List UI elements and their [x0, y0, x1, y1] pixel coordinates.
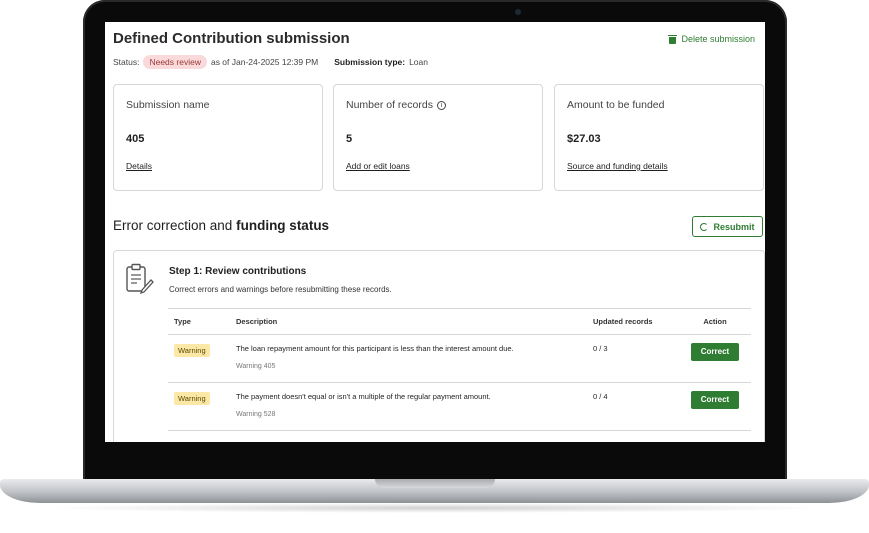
step-description: Correct errors and warnings before resub… — [169, 285, 392, 294]
header-updated-records: Updated records — [593, 317, 653, 326]
refresh-icon — [700, 222, 709, 231]
review-panel: Step 1: Review contributions Correct err… — [113, 250, 765, 442]
app-screen: Defined Contribution submission Delete s… — [105, 22, 765, 442]
header-type: Type — [174, 317, 191, 326]
status-row: Status: Needs review as of Jan-24-2025 1… — [113, 55, 428, 69]
source-funding-details-link[interactable]: Source and funding details — [567, 161, 751, 171]
laptop-shadow — [40, 503, 830, 513]
card-amount-to-be-funded: Amount to be funded $27.03 Source and fu… — [554, 84, 764, 191]
row-code: Warning 528 — [236, 411, 276, 418]
warning-badge: Warning — [174, 392, 210, 405]
row-description: The payment doesn't equal or isn't a mul… — [236, 392, 491, 401]
laptop-notch — [375, 479, 495, 488]
section-title: Error correction and funding status — [113, 218, 329, 233]
correct-button[interactable]: Correct — [691, 391, 739, 409]
submission-type-value: Loan — [409, 57, 428, 67]
step-title: Step 1: Review contributions — [169, 266, 307, 277]
camera-icon — [515, 9, 521, 15]
resubmit-label: Resubmit — [713, 221, 755, 232]
delete-submission-label: Delete submission — [681, 34, 755, 44]
correct-button[interactable]: Correct — [691, 343, 739, 361]
submission-type-label: Submission type: — [334, 57, 406, 67]
section-title-bold: funding status — [236, 218, 330, 233]
card-label: Number of records — [346, 99, 433, 111]
table-row: Warning The payment doesn't equal or isn… — [168, 383, 751, 431]
row-description: The loan repayment amount for this parti… — [236, 344, 514, 353]
section-title-prefix: Error correction and — [113, 218, 233, 233]
card-label: Amount to be funded — [567, 99, 665, 111]
warning-badge: Warning — [174, 344, 210, 357]
card-number-of-records: Number of records i 5 Add or edit loans — [333, 84, 543, 191]
table-header: Type Description Updated records Action — [168, 308, 751, 335]
trash-icon — [668, 34, 678, 44]
summary-cards: Submission name 405 Details Number of re… — [113, 84, 765, 192]
status-label: Status: — [113, 57, 140, 67]
card-label: Submission name — [126, 99, 210, 111]
resubmit-button[interactable]: Resubmit — [692, 216, 763, 237]
card-value: $27.03 — [567, 133, 601, 145]
delete-submission-button[interactable]: Delete submission — [668, 34, 755, 44]
row-updated-records: 0 / 3 — [593, 344, 608, 353]
page-title: Defined Contribution submission — [113, 30, 350, 47]
card-value: 5 — [346, 133, 353, 145]
status-badge: Needs review — [143, 55, 207, 69]
info-icon[interactable]: i — [436, 100, 446, 110]
card-label-row: Number of records i — [346, 99, 530, 111]
add-edit-loans-link[interactable]: Add or edit loans — [346, 161, 530, 171]
row-code: Warning 405 — [236, 363, 276, 370]
card-value: 405 — [126, 133, 145, 145]
review-table: Type Description Updated records Action … — [168, 308, 751, 431]
clipboard-icon — [126, 263, 154, 295]
header-action: Action — [703, 317, 727, 326]
table-row: Warning The loan repayment amount for th… — [168, 335, 751, 383]
row-updated-records: 0 / 4 — [593, 392, 608, 401]
card-submission-name: Submission name 405 Details — [113, 84, 323, 191]
header-description: Description — [236, 317, 278, 326]
details-link[interactable]: Details — [126, 161, 310, 171]
status-timestamp: as of Jan-24-2025 12:39 PM — [210, 57, 319, 67]
